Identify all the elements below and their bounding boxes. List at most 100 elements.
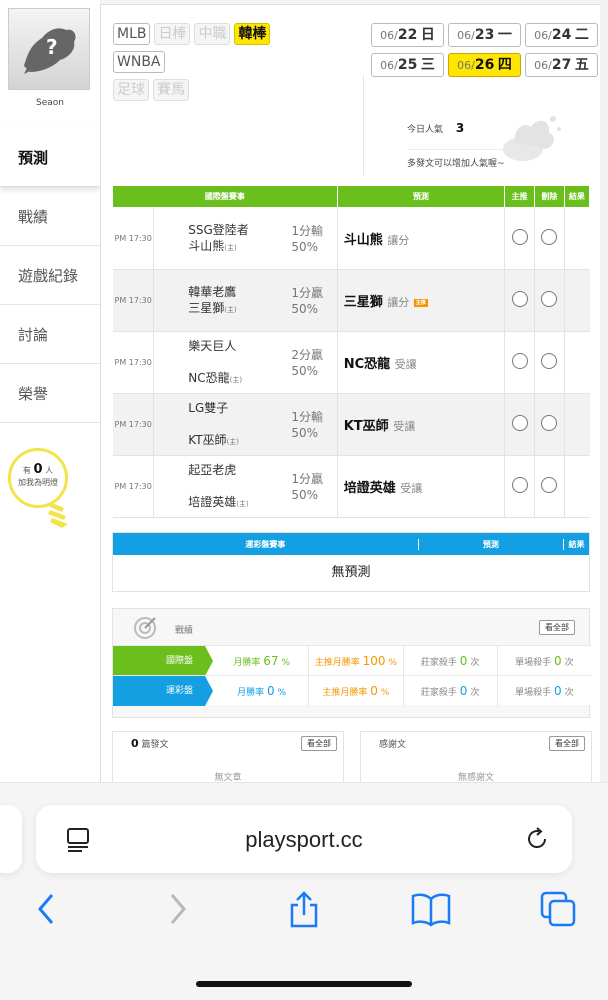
posts-view-all-button[interactable]: 看全部 — [301, 736, 337, 751]
table-row: PM 17:30 LG雙子 KT巫師(主) 1分輸 50% KT巫師 受讓 — [112, 393, 590, 456]
result-cell — [564, 207, 590, 270]
featured-cell — [504, 269, 535, 332]
league-button[interactable]: 日棒 — [154, 23, 191, 45]
featured-win-rate-label: 主推月勝率 — [314, 657, 360, 668]
result-cell — [564, 455, 590, 518]
home-indicator[interactable] — [196, 981, 412, 987]
divider — [363, 75, 364, 175]
nav-discussion[interactable]: 討論 — [0, 305, 100, 364]
delete-radio[interactable] — [541, 353, 558, 369]
fan-prefix: 有 — [22, 466, 31, 475]
thanks-view-all-button[interactable]: 看全部 — [549, 736, 585, 751]
prediction-panel: MLB 日棒 中職 韓棒 WNBA 足球 賽馬 06/22 日 06/23 一 06/24 … — [100, 4, 600, 795]
date-month: 06/ — [534, 59, 552, 72]
monthly-win-rate-value: 0 — [267, 683, 275, 698]
banker-killer: 莊家殺手 0 次 — [404, 645, 498, 676]
address-bar[interactable]: playsport.cc — [36, 805, 572, 873]
reload-icon[interactable] — [524, 826, 550, 852]
posts-title: 0 篇發文 — [131, 737, 169, 750]
single-killer-unit: 次 — [564, 687, 574, 698]
prediction-team: 斗山熊 — [343, 233, 383, 248]
handicap-percent: 50% — [291, 239, 319, 254]
record-category: 運彩盤 — [113, 675, 213, 706]
match-teams: 樂天巨人 NC恐龍(主) — [153, 331, 292, 394]
lottery-prediction-table: 運彩盤賽事 預測 結果 無預測 — [112, 532, 590, 592]
handicap-value: 1分贏 — [291, 471, 323, 486]
share-icon[interactable] — [286, 891, 322, 929]
back-icon[interactable] — [34, 891, 58, 927]
featured-cell — [504, 393, 535, 456]
date-button[interactable]: 06/22 日 — [371, 23, 444, 47]
tabs-icon[interactable] — [540, 891, 578, 929]
single-killer-value: 0 — [554, 683, 562, 698]
delete-cell — [534, 455, 565, 518]
previous-tab-preview[interactable] — [0, 805, 22, 873]
date-button[interactable]: 06/25 三 — [371, 53, 444, 77]
fan-count: 0 — [33, 462, 43, 477]
forward-icon[interactable] — [166, 891, 190, 927]
league-button[interactable]: WNBA — [113, 51, 165, 73]
handicap-line: 1分輸 50% — [291, 207, 338, 270]
banker-killer-label: 莊家殺手 — [420, 687, 457, 698]
away-team: 起亞老虎 — [188, 462, 237, 477]
home-marker: (主) — [224, 305, 237, 314]
table-row: PM 17:30 樂天巨人 NC恐龍(主) 2分贏 50% NC恐龍 受讓 — [112, 331, 590, 394]
lightbulb-base-icon — [48, 502, 68, 528]
delete-radio[interactable] — [541, 229, 558, 245]
away-team: 韓華老鷹 — [188, 284, 237, 299]
match-time: PM 17:30 — [112, 207, 155, 270]
delete-radio[interactable] — [541, 291, 558, 307]
league-button[interactable]: MLB — [113, 23, 151, 45]
featured-radio[interactable] — [511, 353, 528, 369]
avatar[interactable]: ? — [8, 8, 90, 90]
monthly-win-rate: 月勝率 67 % — [205, 645, 310, 676]
nav-game-history[interactable]: 遊戲紀錄 — [0, 246, 100, 305]
profile-nav: 預測 戰績 遊戲紀錄 討論 榮譽 — [0, 128, 100, 423]
handicap-line: 1分輸 50% — [291, 393, 338, 456]
league-button[interactable]: 足球 — [113, 79, 149, 101]
featured-radio[interactable] — [511, 291, 528, 307]
record-view-all-button[interactable]: 看全部 — [539, 620, 575, 635]
featured-cell — [504, 331, 535, 394]
date-button[interactable]: 06/27 五 — [525, 53, 598, 77]
league-button[interactable]: 中職 — [194, 23, 231, 45]
bookmarks-icon[interactable] — [410, 891, 452, 927]
home-team: 三星獅(主) — [188, 300, 291, 318]
home-team-name: 斗山熊 — [188, 238, 225, 253]
featured-radio[interactable] — [511, 477, 528, 493]
nav-record[interactable]: 戰績 — [0, 187, 100, 246]
date-button[interactable]: 06/24 二 — [525, 23, 598, 47]
home-marker: (主) — [224, 243, 237, 252]
featured-radio[interactable] — [511, 415, 528, 431]
away-team: 樂天巨人 — [188, 338, 237, 353]
date-button[interactable]: 06/23 一 — [448, 23, 521, 47]
featured-radio[interactable] — [511, 229, 528, 245]
featured-win-rate-value: 100 — [362, 653, 386, 668]
result-cell — [564, 269, 590, 332]
banker-killer: 莊家殺手 0 次 — [404, 675, 498, 706]
delete-radio[interactable] — [541, 415, 558, 431]
league-button[interactable]: 賽馬 — [153, 79, 189, 101]
delete-cell — [534, 331, 565, 394]
banker-killer-unit: 次 — [470, 657, 480, 668]
match-time: PM 17:30 — [112, 269, 155, 332]
nav-prediction[interactable]: 預測 — [0, 128, 100, 187]
handicap-line: 2分贏 50% — [291, 331, 338, 394]
record-summary: 戰績 看全部 國際盤 月勝率 67 % 主推月勝率 100 % 莊家殺手 0 次單場殺… — [112, 608, 591, 718]
fan-lightbulb[interactable]: 有 0 人 加我為明燈 — [8, 448, 68, 508]
col-result: 結果 — [563, 185, 591, 208]
league-button[interactable]: 韓棒 — [234, 23, 271, 45]
nav-honor[interactable]: 榮譽 — [0, 364, 100, 423]
match-time: PM 17:30 — [112, 331, 155, 394]
col-prediction: 預測 — [336, 185, 506, 208]
record-row: 國際盤 月勝率 67 % 主推月勝率 100 % 莊家殺手 0 次單場殺手 0 次 — [113, 645, 591, 676]
prediction-type: 受讓 — [400, 482, 423, 495]
delete-radio[interactable] — [541, 477, 558, 493]
handicap-value: 2分贏 — [291, 347, 323, 362]
single-killer-label: 單場殺手 — [515, 687, 552, 698]
featured-badge: 主推 — [413, 298, 428, 307]
date-button[interactable]: 06/26 四 — [448, 53, 521, 77]
match-teams: 起亞老虎 培證英雄(主) — [153, 455, 292, 518]
handicap-percent: 50% — [291, 301, 319, 316]
